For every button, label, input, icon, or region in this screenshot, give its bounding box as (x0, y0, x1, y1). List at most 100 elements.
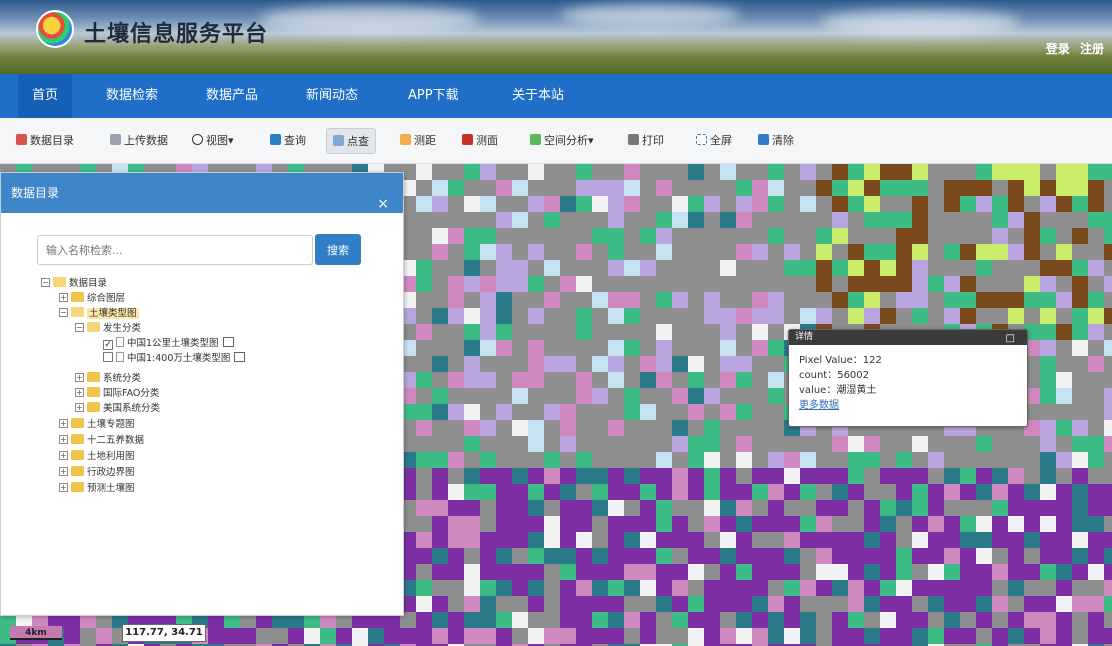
tree-leaf-layer[interactable]: 中国1:400万土壤类型图 (103, 352, 246, 366)
collapse-icon[interactable]: − (75, 323, 84, 332)
soil-cell (496, 388, 512, 404)
soil-cell (576, 420, 592, 436)
soil-cell (240, 628, 256, 644)
pixel-value: Pixel Value：122 (799, 355, 882, 366)
nav-app-download[interactable]: APP下载 (394, 74, 473, 118)
tree-node[interactable]: − 发生分类 (75, 322, 141, 336)
toolbar-measure-area-button[interactable]: 测面 (456, 128, 504, 154)
toolbar-fullscreen-button[interactable]: 全屏 (690, 128, 738, 154)
catalog-search-input[interactable] (37, 235, 313, 265)
soil-cell (624, 276, 640, 292)
soil-cell (1024, 548, 1040, 564)
expand-icon[interactable]: + (59, 435, 68, 444)
toolbar-point-query-button[interactable]: 点查 (326, 128, 376, 154)
site-logo[interactable] (36, 10, 74, 48)
expand-icon[interactable]: + (59, 419, 68, 428)
soil-cell (848, 580, 864, 596)
nav-about[interactable]: 关于本站 (498, 74, 578, 118)
tree-leaf-layer[interactable]: ✓ 中国1公里土壤类型图 (103, 337, 234, 351)
expand-icon[interactable]: + (59, 483, 68, 492)
site-title: 土壤信息服务平台 (84, 22, 269, 47)
soil-cell (512, 404, 528, 420)
layer-checkbox[interactable] (103, 352, 113, 362)
toolbar-query-button[interactable]: 查询 (264, 128, 312, 154)
soil-cell (1072, 564, 1088, 580)
soil-cell (528, 452, 544, 468)
soil-cell (496, 548, 512, 564)
tree-node[interactable]: + 美国系统分类 (75, 402, 160, 416)
tree-node[interactable]: + 预测土壤图 (59, 482, 135, 496)
soil-cell (672, 436, 688, 452)
attribute-table-icon[interactable] (222, 337, 234, 347)
tree-node[interactable]: + 综合图层 (59, 292, 125, 306)
folder-icon (71, 482, 84, 492)
collapse-icon[interactable]: − (59, 308, 68, 317)
soil-cell (1008, 436, 1024, 452)
soil-cell (800, 308, 816, 324)
soil-cell (624, 292, 640, 308)
tree-node[interactable]: + 土壤专题图 (59, 418, 135, 432)
tree-node[interactable]: + 系统分类 (75, 372, 141, 386)
tree-node-root[interactable]: − 数据目录 (41, 277, 107, 291)
soil-cell (800, 580, 816, 596)
catalog-search-button[interactable]: 搜索 (315, 234, 361, 265)
toolbar-view-button[interactable]: 视图▾ (186, 128, 240, 154)
toolbar-measure-distance-button[interactable]: 测距 (394, 128, 442, 154)
soil-cell (880, 612, 896, 628)
attribute-table-icon[interactable] (234, 352, 246, 362)
soil-cell (768, 532, 784, 548)
soil-cell (992, 548, 1008, 564)
tree-node[interactable]: + 土地利用图 (59, 450, 135, 464)
folder-icon (87, 387, 100, 397)
expand-icon[interactable]: + (75, 373, 84, 382)
maximize-icon[interactable]: □ (1006, 331, 1015, 346)
soil-cell (560, 356, 576, 372)
toolbar-clear-button[interactable]: 清除 (752, 128, 800, 154)
toolbar-upload-button[interactable]: 上传数据 (104, 128, 174, 154)
nav-data-search[interactable]: 数据检索 (92, 74, 172, 118)
tree-node[interactable]: + 十二五养数据 (59, 434, 144, 448)
soil-cell (704, 532, 720, 548)
register-link[interactable]: 注册 (1080, 42, 1104, 56)
soil-cell (784, 292, 800, 308)
soil-cell (1088, 340, 1104, 356)
close-icon[interactable]: × (377, 184, 389, 224)
soil-cell (784, 516, 800, 532)
layer-checkbox-checked[interactable]: ✓ (103, 340, 113, 350)
expand-icon[interactable]: + (59, 451, 68, 460)
soil-cell (864, 164, 880, 180)
soil-cell (960, 212, 976, 228)
collapse-icon[interactable]: − (41, 278, 50, 287)
soil-cell (720, 292, 736, 308)
expand-icon[interactable]: + (59, 467, 68, 476)
soil-cell (880, 580, 896, 596)
toolbar-catalog-button[interactable]: 数据目录 (10, 128, 80, 154)
soil-cell (480, 308, 496, 324)
point-query-icon (333, 135, 344, 146)
soil-cell (496, 212, 512, 228)
toolbar-print-button[interactable]: 打印 (622, 128, 670, 154)
login-link[interactable]: 登录 (1046, 42, 1070, 56)
more-data-link[interactable]: 更多数据 (799, 398, 1017, 413)
expand-icon[interactable]: + (75, 388, 84, 397)
soil-cell (1024, 164, 1040, 180)
soil-cell (896, 516, 912, 532)
nav-news[interactable]: 新闻动态 (292, 74, 372, 118)
tree-node[interactable]: + 行政边界图 (59, 466, 135, 480)
tree-node[interactable]: + 国际FAO分类 (75, 387, 159, 401)
soil-cell (688, 468, 704, 484)
soil-cell (624, 516, 640, 532)
toolbar-spatial-analysis-button[interactable]: 空间分析▾ (524, 128, 600, 154)
expand-icon[interactable]: + (59, 293, 68, 302)
nav-home[interactable]: 首页 (18, 74, 73, 118)
nav-data-products[interactable]: 数据产品 (192, 74, 272, 118)
expand-icon[interactable]: + (75, 403, 84, 412)
soil-cell (352, 628, 368, 644)
soil-cell (480, 596, 496, 612)
soil-cell (704, 196, 720, 212)
soil-cell (672, 212, 688, 228)
tree-node[interactable]: − 土壤类型图 (59, 307, 139, 321)
soil-cell (688, 612, 704, 628)
soil-cell (672, 276, 688, 292)
soil-cell (560, 596, 576, 612)
